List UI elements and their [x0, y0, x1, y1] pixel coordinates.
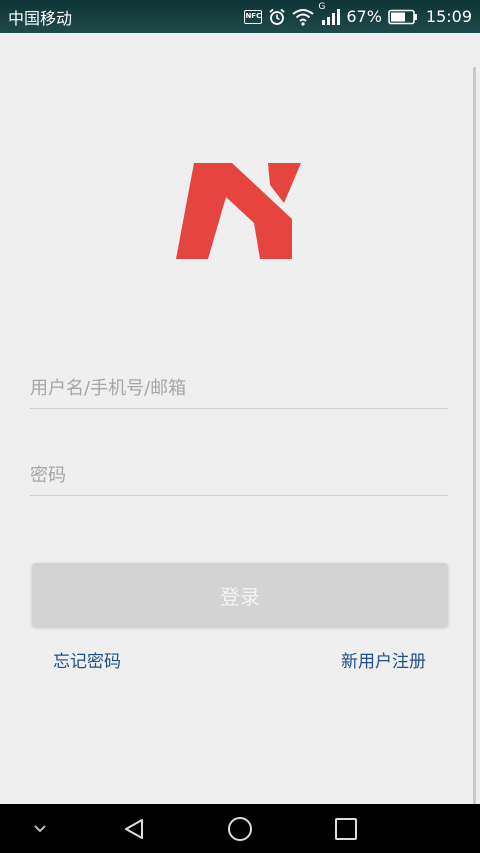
carrier-name: 中国移动 — [8, 8, 73, 28]
alarm-icon — [268, 8, 286, 26]
home-circle-icon[interactable] — [222, 804, 258, 853]
password-input[interactable] — [30, 455, 448, 495]
app-logo — [174, 163, 304, 267]
status-bar: 中国移动 NFC G 67% 15:09 — [0, 0, 480, 33]
status-icons: NFC G 67% 15:09 — [244, 2, 472, 26]
username-input[interactable] — [30, 368, 448, 408]
forgot-password-link[interactable]: 忘记密码 — [53, 647, 121, 672]
back-triangle-icon[interactable] — [116, 804, 152, 853]
wifi-icon — [292, 8, 314, 26]
navigation-bar — [0, 804, 480, 853]
scrollbar[interactable] — [473, 67, 476, 833]
battery-percent: 67% — [346, 7, 382, 26]
chevron-down-icon[interactable] — [22, 804, 58, 853]
username-field[interactable] — [30, 368, 448, 409]
network-type-label: G — [318, 1, 326, 12]
signal-icon: G — [318, 2, 341, 26]
login-button[interactable]: 登录 — [32, 563, 448, 627]
register-link[interactable]: 新用户注册 — [341, 647, 426, 672]
nfc-icon: NFC — [244, 9, 263, 24]
password-field[interactable] — [30, 455, 448, 496]
battery-icon — [388, 9, 418, 25]
login-screen: 登录 忘记密码 新用户注册 — [0, 33, 480, 833]
clock-time: 15:09 — [425, 7, 472, 26]
recents-square-icon[interactable] — [328, 804, 364, 853]
